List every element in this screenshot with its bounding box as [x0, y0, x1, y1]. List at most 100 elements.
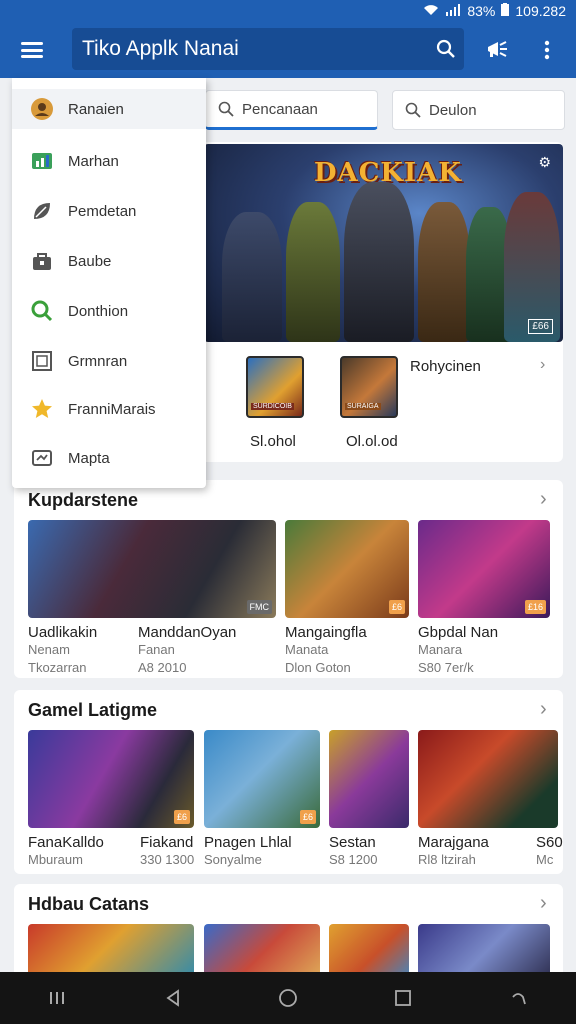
grid-icon: [30, 349, 54, 373]
drawer-item-baube[interactable]: Baube: [12, 241, 206, 281]
game-card[interactable]: £6: [204, 730, 320, 828]
card-badge: £6: [388, 600, 405, 614]
card-badge: £6: [299, 810, 316, 824]
share-icon[interactable]: ⚙: [538, 154, 551, 171]
card-meta: Dlon Goton: [285, 660, 351, 675]
home-button[interactable]: [268, 978, 308, 1018]
hamburger-menu-button[interactable]: [0, 22, 64, 78]
banner-badge: £66: [528, 319, 553, 334]
card-meta: S80 7er/k: [418, 660, 474, 675]
status-bar: 83% 109.282: [0, 0, 576, 22]
tab-label: Pencanaan: [242, 100, 318, 118]
recents-icon: [49, 992, 64, 1004]
drawer-item-label: Mapta: [68, 449, 110, 467]
overview-button[interactable]: [383, 978, 423, 1018]
drawer-item-label: FranniMarais: [68, 400, 156, 418]
system-nav-bar: [0, 972, 576, 1024]
card-title: Gbpdal Nan: [418, 624, 499, 641]
card-badge: FMC: [246, 600, 272, 614]
tile-badge: SURAIGA: [345, 403, 381, 410]
app-bar: Tiko Applk Nanai: [0, 22, 576, 78]
card-title: Pnagen Lhlal: [204, 834, 292, 851]
game-tile[interactable]: SURDICOIB: [246, 356, 304, 418]
drawer-item-marhan[interactable]: Marhan: [12, 141, 206, 181]
drawer-item-label: Marhan: [68, 152, 119, 170]
card-subtitle: Mc: [536, 852, 554, 867]
drawer-item-grmnran[interactable]: Grmnran: [12, 341, 206, 381]
tab-row: Pencanaan Deulon: [205, 90, 565, 134]
featured-banner[interactable]: DACKIAK ⚙ £66: [204, 144, 563, 342]
leaf-icon: [30, 199, 54, 223]
drawer-item-donthion[interactable]: Donthion: [12, 291, 206, 331]
drawer-item-frannimarais[interactable]: FranniMarais: [12, 389, 206, 429]
megaphone-icon: [488, 41, 507, 57]
game-card[interactable]: [329, 730, 409, 828]
card-badge: £16: [524, 600, 546, 614]
game-card[interactable]: £6: [28, 730, 194, 828]
chevron-right-icon[interactable]: ›: [540, 698, 547, 721]
card-title: Fiakand: [140, 834, 194, 851]
card-subtitle: Nenam: [28, 642, 70, 657]
character-art: [418, 202, 470, 342]
drawer-item-ranaien[interactable]: Ranaien: [12, 89, 206, 129]
game-card[interactable]: £16: [418, 520, 550, 618]
chevron-right-icon[interactable]: ›: [540, 356, 545, 374]
card-meta: Tkozarran: [28, 660, 87, 675]
more-options-button[interactable]: [527, 30, 567, 70]
drawer-item-pemdetan[interactable]: Pemdetan: [12, 191, 206, 231]
game-card[interactable]: £6: [285, 520, 409, 618]
drawer-item-label: Pemdetan: [68, 202, 137, 220]
search-icon: [218, 101, 234, 117]
card-subtitle: Manara: [418, 642, 463, 657]
card-title: Marajgana: [418, 834, 489, 851]
back-triangle-icon: [166, 989, 179, 1007]
game-card[interactable]: [418, 730, 558, 828]
game-tile[interactable]: SURAIGA: [340, 356, 398, 418]
card-meta: A8 2010: [138, 660, 187, 675]
character-art: [344, 182, 414, 342]
app-title: Tiko Applk Nanai: [82, 37, 239, 60]
star-icon: [30, 397, 54, 421]
section-kupdarstene: Kupdarstene › FMC Uadlikakin Nenam Tkoza…: [14, 480, 563, 678]
chart-icon: [30, 149, 54, 173]
assistant-button[interactable]: [498, 978, 538, 1018]
drawer-item-label: Ranaien: [68, 100, 124, 118]
battery-icon: [501, 3, 510, 19]
tab-pencanaan[interactable]: Pencanaan: [205, 90, 378, 130]
drawer-item-label: Baube: [68, 252, 112, 270]
character-art: [286, 202, 340, 342]
hamburger-icon: [21, 42, 43, 58]
card-title: Mangaingfla: [285, 624, 367, 641]
back-button[interactable]: [153, 978, 193, 1018]
card-subtitle: Mburaum: [28, 852, 83, 867]
app-title-search-box[interactable]: Tiko Applk Nanai: [72, 28, 464, 70]
more-vert-icon: [544, 40, 550, 60]
megaphone-button[interactable]: [477, 30, 517, 70]
side-label: Rohycinen: [410, 358, 481, 375]
drawer-item-label: Donthion: [68, 302, 129, 320]
tab-deulon[interactable]: Deulon: [392, 90, 565, 130]
section-gamel-latigme: Gamel Latigme › £6 FanaKalldo Mburaum Fi…: [14, 690, 563, 874]
recents-button[interactable]: [38, 978, 78, 1018]
game-card[interactable]: FMC: [28, 520, 276, 618]
search-icon: [405, 102, 421, 118]
drawer-item-mapta[interactable]: Mapta: [12, 438, 206, 478]
section-hdbau-catans: Hdbau Catans ›: [14, 884, 563, 984]
clock: 109.282: [515, 3, 566, 19]
signal-icon: [445, 3, 461, 19]
card-title: Uadlikakin: [28, 624, 98, 641]
square-icon: [395, 990, 412, 1006]
card-subtitle: 330 1300: [140, 852, 195, 867]
card-title: Sestan: [329, 834, 376, 851]
chevron-right-icon[interactable]: ›: [540, 892, 547, 915]
card-badge: £6: [173, 810, 190, 824]
card-title: ManddanOyan: [138, 624, 237, 641]
card-title: FanaKalldo: [28, 834, 104, 851]
section-title: Kupdarstene: [28, 490, 139, 510]
chevron-right-icon[interactable]: ›: [540, 488, 547, 511]
navigation-drawer: Ranaien Marhan Pemdetan Baube Donthion G…: [12, 78, 206, 488]
card-subtitle: Rl8 ltzirah: [418, 852, 476, 867]
search-icon[interactable]: [428, 31, 464, 67]
hook-icon: [512, 993, 527, 1005]
wifi-icon: [423, 3, 439, 19]
